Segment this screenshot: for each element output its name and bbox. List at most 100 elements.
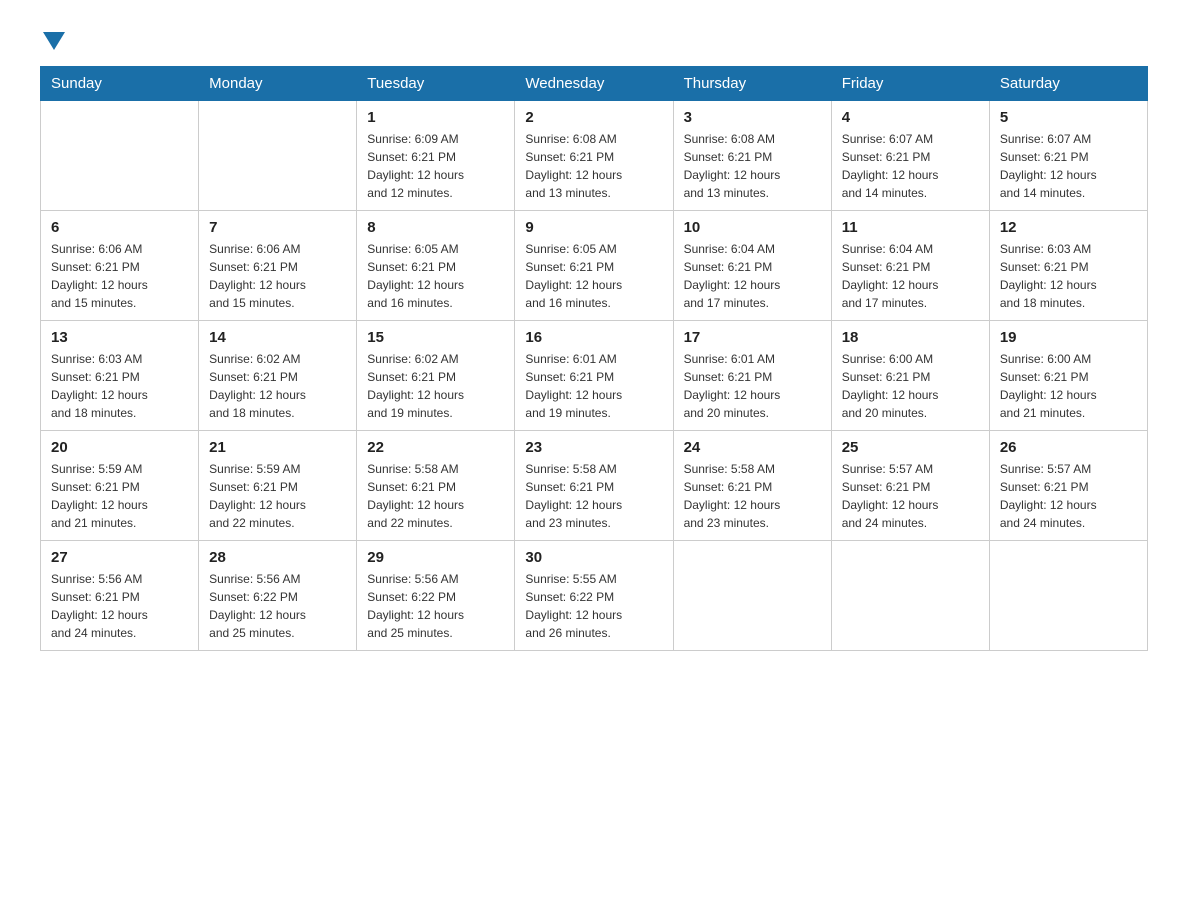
calendar-cell: 23 Sunrise: 5:58 AMSunset: 6:21 PMDayligh… — [515, 431, 673, 541]
day-info: Sunrise: 6:02 AMSunset: 6:21 PMDaylight:… — [209, 350, 346, 422]
day-info: Sunrise: 5:57 AMSunset: 6:21 PMDaylight:… — [1000, 460, 1137, 532]
calendar-cell: 21 Sunrise: 5:59 AMSunset: 6:21 PMDayligh… — [199, 431, 357, 541]
calendar-cell: 10 Sunrise: 6:04 AMSunset: 6:21 PMDayligh… — [673, 211, 831, 321]
calendar-cell: 2Sunrise: 6:08 AMSunset: 6:21 PMDaylight… — [515, 101, 673, 211]
day-info: Sunrise: 6:07 AMSunset: 6:21 PMDaylight:… — [1000, 130, 1137, 202]
calendar-cell: 30Sunrise: 5:55 AMSunset: 6:22 PMDayligh… — [515, 541, 673, 651]
day-number: 21 — [209, 439, 346, 456]
day-number: 19 — [1000, 329, 1137, 346]
calendar-cell: 26 Sunrise: 5:57 AMSunset: 6:21 PMDayligh… — [989, 431, 1147, 541]
day-info: Sunrise: 6:07 AMSunset: 6:21 PMDaylight:… — [842, 130, 979, 202]
day-info: Sunrise: 5:58 AMSunset: 6:21 PMDaylight:… — [525, 460, 662, 532]
day-info: Sunrise: 5:56 AMSunset: 6:22 PMDaylight:… — [367, 570, 504, 642]
col-wednesday: Wednesday — [515, 67, 673, 101]
day-info: Sunrise: 5:58 AMSunset: 6:21 PMDaylight:… — [684, 460, 821, 532]
day-number: 5 — [1000, 109, 1137, 126]
day-number: 4 — [842, 109, 979, 126]
calendar-cell: 13Sunrise: 6:03 AMSunset: 6:21 PMDayligh… — [41, 321, 199, 431]
calendar-cell: 4 Sunrise: 6:07 AMSunset: 6:21 PMDaylight… — [831, 101, 989, 211]
col-monday: Monday — [199, 67, 357, 101]
calendar-body: 1 Sunrise: 6:09 AMSunset: 6:21 PMDaylight… — [41, 101, 1148, 651]
calendar-cell: 12 Sunrise: 6:03 AMSunset: 6:21 PMDayligh… — [989, 211, 1147, 321]
col-tuesday: Tuesday — [357, 67, 515, 101]
calendar-cell: 17 Sunrise: 6:01 AMSunset: 6:21 PMDayligh… — [673, 321, 831, 431]
calendar-cell: 22 Sunrise: 5:58 AMSunset: 6:21 PMDayligh… — [357, 431, 515, 541]
day-info: Sunrise: 6:01 AMSunset: 6:21 PMDaylight:… — [525, 350, 662, 422]
calendar-cell: 18Sunrise: 6:00 AMSunset: 6:21 PMDayligh… — [831, 321, 989, 431]
logo-arrow-icon — [43, 32, 65, 50]
calendar-cell: 20 Sunrise: 5:59 AMSunset: 6:21 PMDayligh… — [41, 431, 199, 541]
day-info: Sunrise: 6:09 AMSunset: 6:21 PMDaylight:… — [367, 130, 504, 202]
day-number: 30 — [525, 549, 662, 566]
day-number: 26 — [1000, 439, 1137, 456]
day-info: Sunrise: 6:00 AMSunset: 6:21 PMDaylight:… — [1000, 350, 1137, 422]
calendar-week-row: 13Sunrise: 6:03 AMSunset: 6:21 PMDayligh… — [41, 321, 1148, 431]
day-number: 13 — [51, 329, 188, 346]
calendar-cell: 27Sunrise: 5:56 AMSunset: 6:21 PMDayligh… — [41, 541, 199, 651]
day-info: Sunrise: 6:08 AMSunset: 6:21 PMDaylight:… — [525, 130, 662, 202]
day-number: 29 — [367, 549, 504, 566]
calendar-cell: 9 Sunrise: 6:05 AMSunset: 6:21 PMDaylight… — [515, 211, 673, 321]
calendar-cell: 16 Sunrise: 6:01 AMSunset: 6:21 PMDayligh… — [515, 321, 673, 431]
page-header — [40, 30, 1148, 46]
day-number: 12 — [1000, 219, 1137, 236]
day-info: Sunrise: 5:58 AMSunset: 6:21 PMDaylight:… — [367, 460, 504, 532]
day-number: 28 — [209, 549, 346, 566]
calendar-cell: 29 Sunrise: 5:56 AMSunset: 6:22 PMDayligh… — [357, 541, 515, 651]
day-number: 25 — [842, 439, 979, 456]
day-info: Sunrise: 5:59 AMSunset: 6:21 PMDaylight:… — [51, 460, 188, 532]
day-info: Sunrise: 6:08 AMSunset: 6:21 PMDaylight:… — [684, 130, 821, 202]
day-info: Sunrise: 6:01 AMSunset: 6:21 PMDaylight:… — [684, 350, 821, 422]
day-number: 10 — [684, 219, 821, 236]
day-number: 22 — [367, 439, 504, 456]
calendar-cell: 25 Sunrise: 5:57 AMSunset: 6:21 PMDayligh… — [831, 431, 989, 541]
calendar-cell: 7 Sunrise: 6:06 AMSunset: 6:21 PMDaylight… — [199, 211, 357, 321]
calendar-cell: 15 Sunrise: 6:02 AMSunset: 6:21 PMDayligh… — [357, 321, 515, 431]
header-row: Sunday Monday Tuesday Wednesday Thursday… — [41, 67, 1148, 101]
day-info: Sunrise: 5:56 AMSunset: 6:21 PMDaylight:… — [51, 570, 188, 642]
day-number: 18 — [842, 329, 979, 346]
calendar-cell: 19 Sunrise: 6:00 AMSunset: 6:21 PMDayligh… — [989, 321, 1147, 431]
day-number: 15 — [367, 329, 504, 346]
calendar-cell: 3Sunrise: 6:08 AMSunset: 6:21 PMDaylight… — [673, 101, 831, 211]
col-thursday: Thursday — [673, 67, 831, 101]
calendar-cell — [989, 541, 1147, 651]
calendar-cell — [199, 101, 357, 211]
day-info: Sunrise: 6:06 AMSunset: 6:21 PMDaylight:… — [209, 240, 346, 312]
calendar-cell: 14 Sunrise: 6:02 AMSunset: 6:21 PMDayligh… — [199, 321, 357, 431]
calendar-cell: 5 Sunrise: 6:07 AMSunset: 6:21 PMDaylight… — [989, 101, 1147, 211]
calendar-week-row: 1 Sunrise: 6:09 AMSunset: 6:21 PMDaylight… — [41, 101, 1148, 211]
day-info: Sunrise: 6:06 AMSunset: 6:21 PMDaylight:… — [51, 240, 188, 312]
day-number: 24 — [684, 439, 821, 456]
day-info: Sunrise: 5:59 AMSunset: 6:21 PMDaylight:… — [209, 460, 346, 532]
day-info: Sunrise: 6:02 AMSunset: 6:21 PMDaylight:… — [367, 350, 504, 422]
calendar-cell: 28 Sunrise: 5:56 AMSunset: 6:22 PMDayligh… — [199, 541, 357, 651]
calendar-week-row: 20 Sunrise: 5:59 AMSunset: 6:21 PMDayligh… — [41, 431, 1148, 541]
calendar-cell: 8 Sunrise: 6:05 AMSunset: 6:21 PMDaylight… — [357, 211, 515, 321]
day-number: 16 — [525, 329, 662, 346]
day-number: 20 — [51, 439, 188, 456]
calendar-table: Sunday Monday Tuesday Wednesday Thursday… — [40, 66, 1148, 651]
day-number: 8 — [367, 219, 504, 236]
day-info: Sunrise: 6:04 AMSunset: 6:21 PMDaylight:… — [842, 240, 979, 312]
logo — [40, 30, 65, 46]
day-number: 14 — [209, 329, 346, 346]
calendar-cell — [831, 541, 989, 651]
day-number: 23 — [525, 439, 662, 456]
day-info: Sunrise: 5:56 AMSunset: 6:22 PMDaylight:… — [209, 570, 346, 642]
day-info: Sunrise: 6:05 AMSunset: 6:21 PMDaylight:… — [367, 240, 504, 312]
day-info: Sunrise: 6:04 AMSunset: 6:21 PMDaylight:… — [684, 240, 821, 312]
day-info: Sunrise: 5:57 AMSunset: 6:21 PMDaylight:… — [842, 460, 979, 532]
calendar-header: Sunday Monday Tuesday Wednesday Thursday… — [41, 67, 1148, 101]
calendar-cell: 1 Sunrise: 6:09 AMSunset: 6:21 PMDaylight… — [357, 101, 515, 211]
calendar-cell: 6 Sunrise: 6:06 AMSunset: 6:21 PMDaylight… — [41, 211, 199, 321]
calendar-cell — [673, 541, 831, 651]
day-number: 1 — [367, 109, 504, 126]
day-info: Sunrise: 6:05 AMSunset: 6:21 PMDaylight:… — [525, 240, 662, 312]
day-number: 6 — [51, 219, 188, 236]
day-number: 9 — [525, 219, 662, 236]
day-number: 17 — [684, 329, 821, 346]
col-saturday: Saturday — [989, 67, 1147, 101]
day-number: 7 — [209, 219, 346, 236]
day-info: Sunrise: 6:03 AMSunset: 6:21 PMDaylight:… — [1000, 240, 1137, 312]
